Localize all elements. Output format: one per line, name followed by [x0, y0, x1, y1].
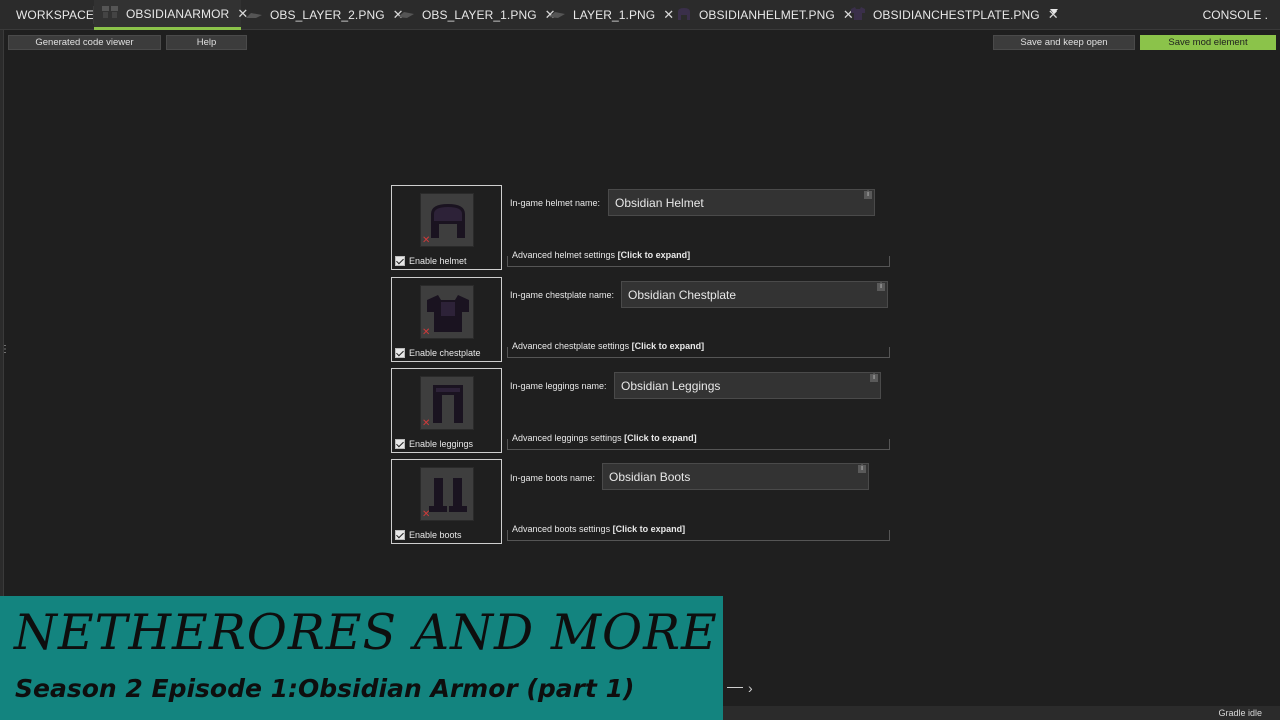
- checkbox-label: Enable helmet: [409, 256, 467, 266]
- arrow-line-icon: [727, 687, 743, 688]
- texture-layer-icon: [549, 8, 565, 22]
- enable-chestplate-checkbox[interactable]: Enable chestplate: [395, 348, 481, 358]
- chestplate-texture-preview[interactable]: ✕: [420, 285, 474, 339]
- expand-link[interactable]: [Click to expand]: [624, 433, 697, 443]
- tab-workspace-label: WORKSPACE: [16, 8, 95, 22]
- generated-code-viewer-button[interactable]: Generated code viewer: [8, 35, 161, 50]
- armor-set-icon: [102, 6, 118, 21]
- tab-label: OBS_LAYER_2.PNG: [270, 8, 385, 22]
- helmet-texture-preview[interactable]: ✕: [420, 193, 474, 247]
- checkbox-label: Enable leggings: [409, 439, 474, 449]
- boots-name-label: In-game boots name:: [510, 473, 596, 483]
- tab-obs-layer-1[interactable]: OBS_LAYER_1.PNG ✕: [398, 0, 556, 30]
- expand-link[interactable]: [Click to expand]: [613, 524, 686, 534]
- enable-helmet-checkbox[interactable]: Enable helmet: [395, 256, 467, 266]
- tab-workspace[interactable]: WORKSPACE: [16, 0, 94, 30]
- info-icon[interactable]: i: [864, 191, 872, 199]
- helmet-name-field[interactable]: Obsidian Helmet i: [608, 189, 875, 216]
- tab-bar: WORKSPACE OBSIDIANARMOR ✕ OBS_LAYER_2.PN…: [0, 0, 1280, 30]
- tab-obsidianchestplate[interactable]: OBSIDIANCHESTPLATE.PNG ✕: [851, 0, 1059, 30]
- boots-name-value: Obsidian Boots: [609, 469, 691, 484]
- boots-texture-preview[interactable]: ✕: [420, 467, 474, 521]
- close-icon[interactable]: ✕: [663, 7, 674, 23]
- leggings-texture-preview[interactable]: ✕: [420, 376, 474, 430]
- advanced-settings-label: Advanced helmet settings [Click to expan…: [512, 250, 694, 260]
- info-icon[interactable]: i: [877, 283, 885, 291]
- helmet-icon: [677, 7, 691, 23]
- status-bar: Gradle idle: [723, 706, 1280, 720]
- console-tab[interactable]: CONSOLE .: [1203, 0, 1268, 30]
- button-label: Save and keep open: [1020, 37, 1108, 48]
- checkbox-label: Enable boots: [409, 530, 462, 540]
- tab-label: OBS_LAYER_1.PNG: [422, 8, 537, 22]
- advanced-settings-label: Advanced leggings settings [Click to exp…: [512, 433, 700, 443]
- save-and-keep-open-button[interactable]: Save and keep open: [993, 35, 1135, 50]
- info-icon[interactable]: i: [870, 374, 878, 382]
- helmet-panel: ✕ Enable helmet: [391, 185, 502, 270]
- leggings-name-label: In-game leggings name:: [510, 381, 607, 391]
- tab-label: OBSIDIANCHESTPLATE.PNG: [873, 8, 1040, 22]
- tab-overflow-dropdown-icon[interactable]: [1050, 9, 1058, 14]
- leggings-name-value: Obsidian Leggings: [621, 378, 721, 393]
- tab-label: OBSIDIANHELMET.PNG: [699, 8, 835, 22]
- leggings-name-field[interactable]: Obsidian Leggings i: [614, 372, 881, 399]
- leggings-panel: ✕ Enable leggings: [391, 368, 502, 453]
- chestplate-name-value: Obsidian Chestplate: [628, 287, 737, 302]
- chestplate-name-field[interactable]: Obsidian Chestplate i: [621, 281, 888, 308]
- tab-label: LAYER_1.PNG: [573, 8, 656, 22]
- enable-boots-checkbox[interactable]: Enable boots: [395, 530, 462, 540]
- advanced-helmet-settings[interactable]: Advanced helmet settings [Click to expan…: [507, 250, 890, 267]
- tab-label: OBSIDIANARMOR: [126, 6, 230, 21]
- expand-link[interactable]: [Click to expand]: [632, 341, 705, 351]
- remove-texture-icon[interactable]: ✕: [422, 236, 430, 246]
- checkbox-checked-icon[interactable]: [395, 348, 405, 358]
- tab-obs-layer-2[interactable]: OBS_LAYER_2.PNG ✕: [246, 0, 404, 30]
- button-label: Save mod element: [1168, 37, 1248, 48]
- chestplate-name-label: In-game chestplate name:: [510, 290, 615, 300]
- button-label: Help: [196, 37, 217, 48]
- advanced-chestplate-settings[interactable]: Advanced chestplate settings [Click to e…: [507, 341, 890, 358]
- tab-obsidianhelmet[interactable]: OBSIDIANHELMET.PNG ✕: [677, 0, 854, 30]
- tab-obsidianarmor[interactable]: OBSIDIANARMOR ✕: [94, 0, 248, 30]
- advanced-boots-settings[interactable]: Advanced boots settings [Click to expand…: [507, 524, 890, 541]
- advanced-leggings-settings[interactable]: Advanced leggings settings [Click to exp…: [507, 433, 890, 450]
- chestplate-icon: [851, 7, 865, 23]
- chevron-right-icon[interactable]: ›: [748, 680, 753, 696]
- video-title-banner: NETHERORES AND MORE Season 2 Episode 1:O…: [0, 596, 723, 720]
- helmet-name-value: Obsidian Helmet: [615, 195, 704, 210]
- expand-link[interactable]: [Click to expand]: [618, 250, 691, 260]
- checkbox-checked-icon[interactable]: [395, 256, 405, 266]
- chestplate-panel: ✕ Enable chestplate: [391, 277, 502, 362]
- helmet-name-label: In-game helmet name:: [510, 198, 601, 208]
- remove-texture-icon[interactable]: ✕: [422, 510, 430, 520]
- texture-layer-icon: [246, 8, 262, 22]
- advanced-settings-label: Advanced chestplate settings [Click to e…: [512, 341, 708, 351]
- console-label: CONSOLE .: [1202, 8, 1268, 22]
- banner-subtitle: Season 2 Episode 1:Obsidian Armor (part …: [15, 674, 635, 703]
- checkbox-checked-icon[interactable]: [395, 530, 405, 540]
- remove-texture-icon[interactable]: ✕: [422, 328, 430, 338]
- boots-panel: ✕ Enable boots: [391, 459, 502, 544]
- tab-layer-1[interactable]: LAYER_1.PNG ✕: [549, 0, 674, 30]
- texture-layer-icon: [398, 8, 414, 22]
- save-mod-element-button[interactable]: Save mod element: [1140, 35, 1276, 50]
- checkbox-label: Enable chestplate: [409, 348, 481, 358]
- button-label: Generated code viewer: [35, 37, 134, 48]
- enable-leggings-checkbox[interactable]: Enable leggings: [395, 439, 473, 449]
- checkbox-checked-icon[interactable]: [395, 439, 405, 449]
- boots-name-field[interactable]: Obsidian Boots i: [602, 463, 869, 490]
- gradle-status: Gradle idle: [1218, 708, 1262, 718]
- info-icon[interactable]: i: [858, 465, 866, 473]
- help-button[interactable]: Help: [166, 35, 247, 50]
- panel-resize-handle-icon[interactable]: ⋮: [0, 345, 10, 355]
- advanced-settings-label: Advanced boots settings [Click to expand…: [512, 524, 689, 534]
- remove-texture-icon[interactable]: ✕: [422, 419, 430, 429]
- banner-title: NETHERORES AND MORE: [14, 604, 718, 661]
